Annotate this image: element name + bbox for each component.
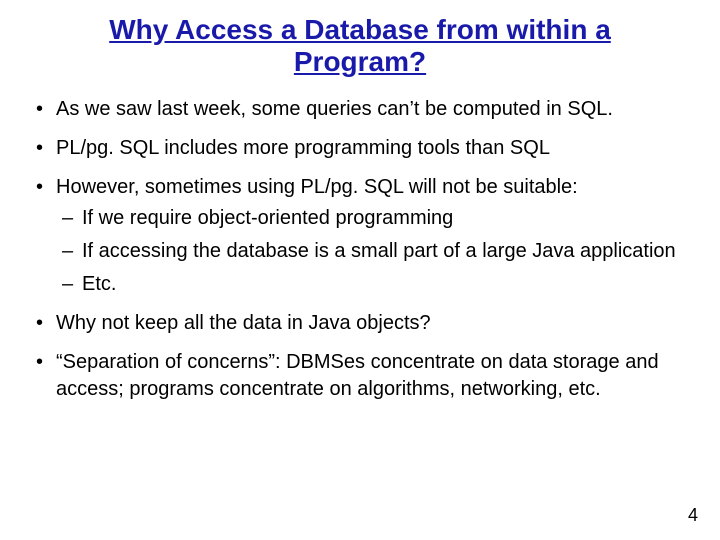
sub-item: If we require object-oriented programmin…: [56, 205, 690, 232]
bullet-text: “Separation of concerns”: DBMSes concent…: [56, 351, 659, 400]
sub-item: Etc.: [56, 271, 690, 298]
sub-item: If accessing the database is a small par…: [56, 238, 690, 265]
bullet-text: Why not keep all the data in Java object…: [56, 312, 431, 334]
bullet-item: PL/pg. SQL includes more programming too…: [30, 135, 690, 162]
bullet-item: “Separation of concerns”: DBMSes concent…: [30, 349, 690, 403]
sub-text: If accessing the database is a small par…: [82, 240, 676, 262]
sub-text: Etc.: [82, 273, 116, 295]
bullet-item: However, sometimes using PL/pg. SQL will…: [30, 174, 690, 298]
bullet-list: As we saw last week, some queries can’t …: [30, 96, 690, 403]
bullet-text: As we saw last week, some queries can’t …: [56, 98, 613, 120]
bullet-text: PL/pg. SQL includes more programming too…: [56, 137, 550, 159]
bullet-item: As we saw last week, some queries can’t …: [30, 96, 690, 123]
sub-list: If we require object-oriented programmin…: [56, 205, 690, 298]
page-number: 4: [688, 505, 698, 526]
slide-title: Why Access a Database from within a Prog…: [50, 14, 670, 78]
bullet-text: However, sometimes using PL/pg. SQL will…: [56, 176, 578, 198]
slide: Why Access a Database from within a Prog…: [0, 0, 720, 540]
sub-text: If we require object-oriented programmin…: [82, 207, 453, 229]
bullet-item: Why not keep all the data in Java object…: [30, 310, 690, 337]
